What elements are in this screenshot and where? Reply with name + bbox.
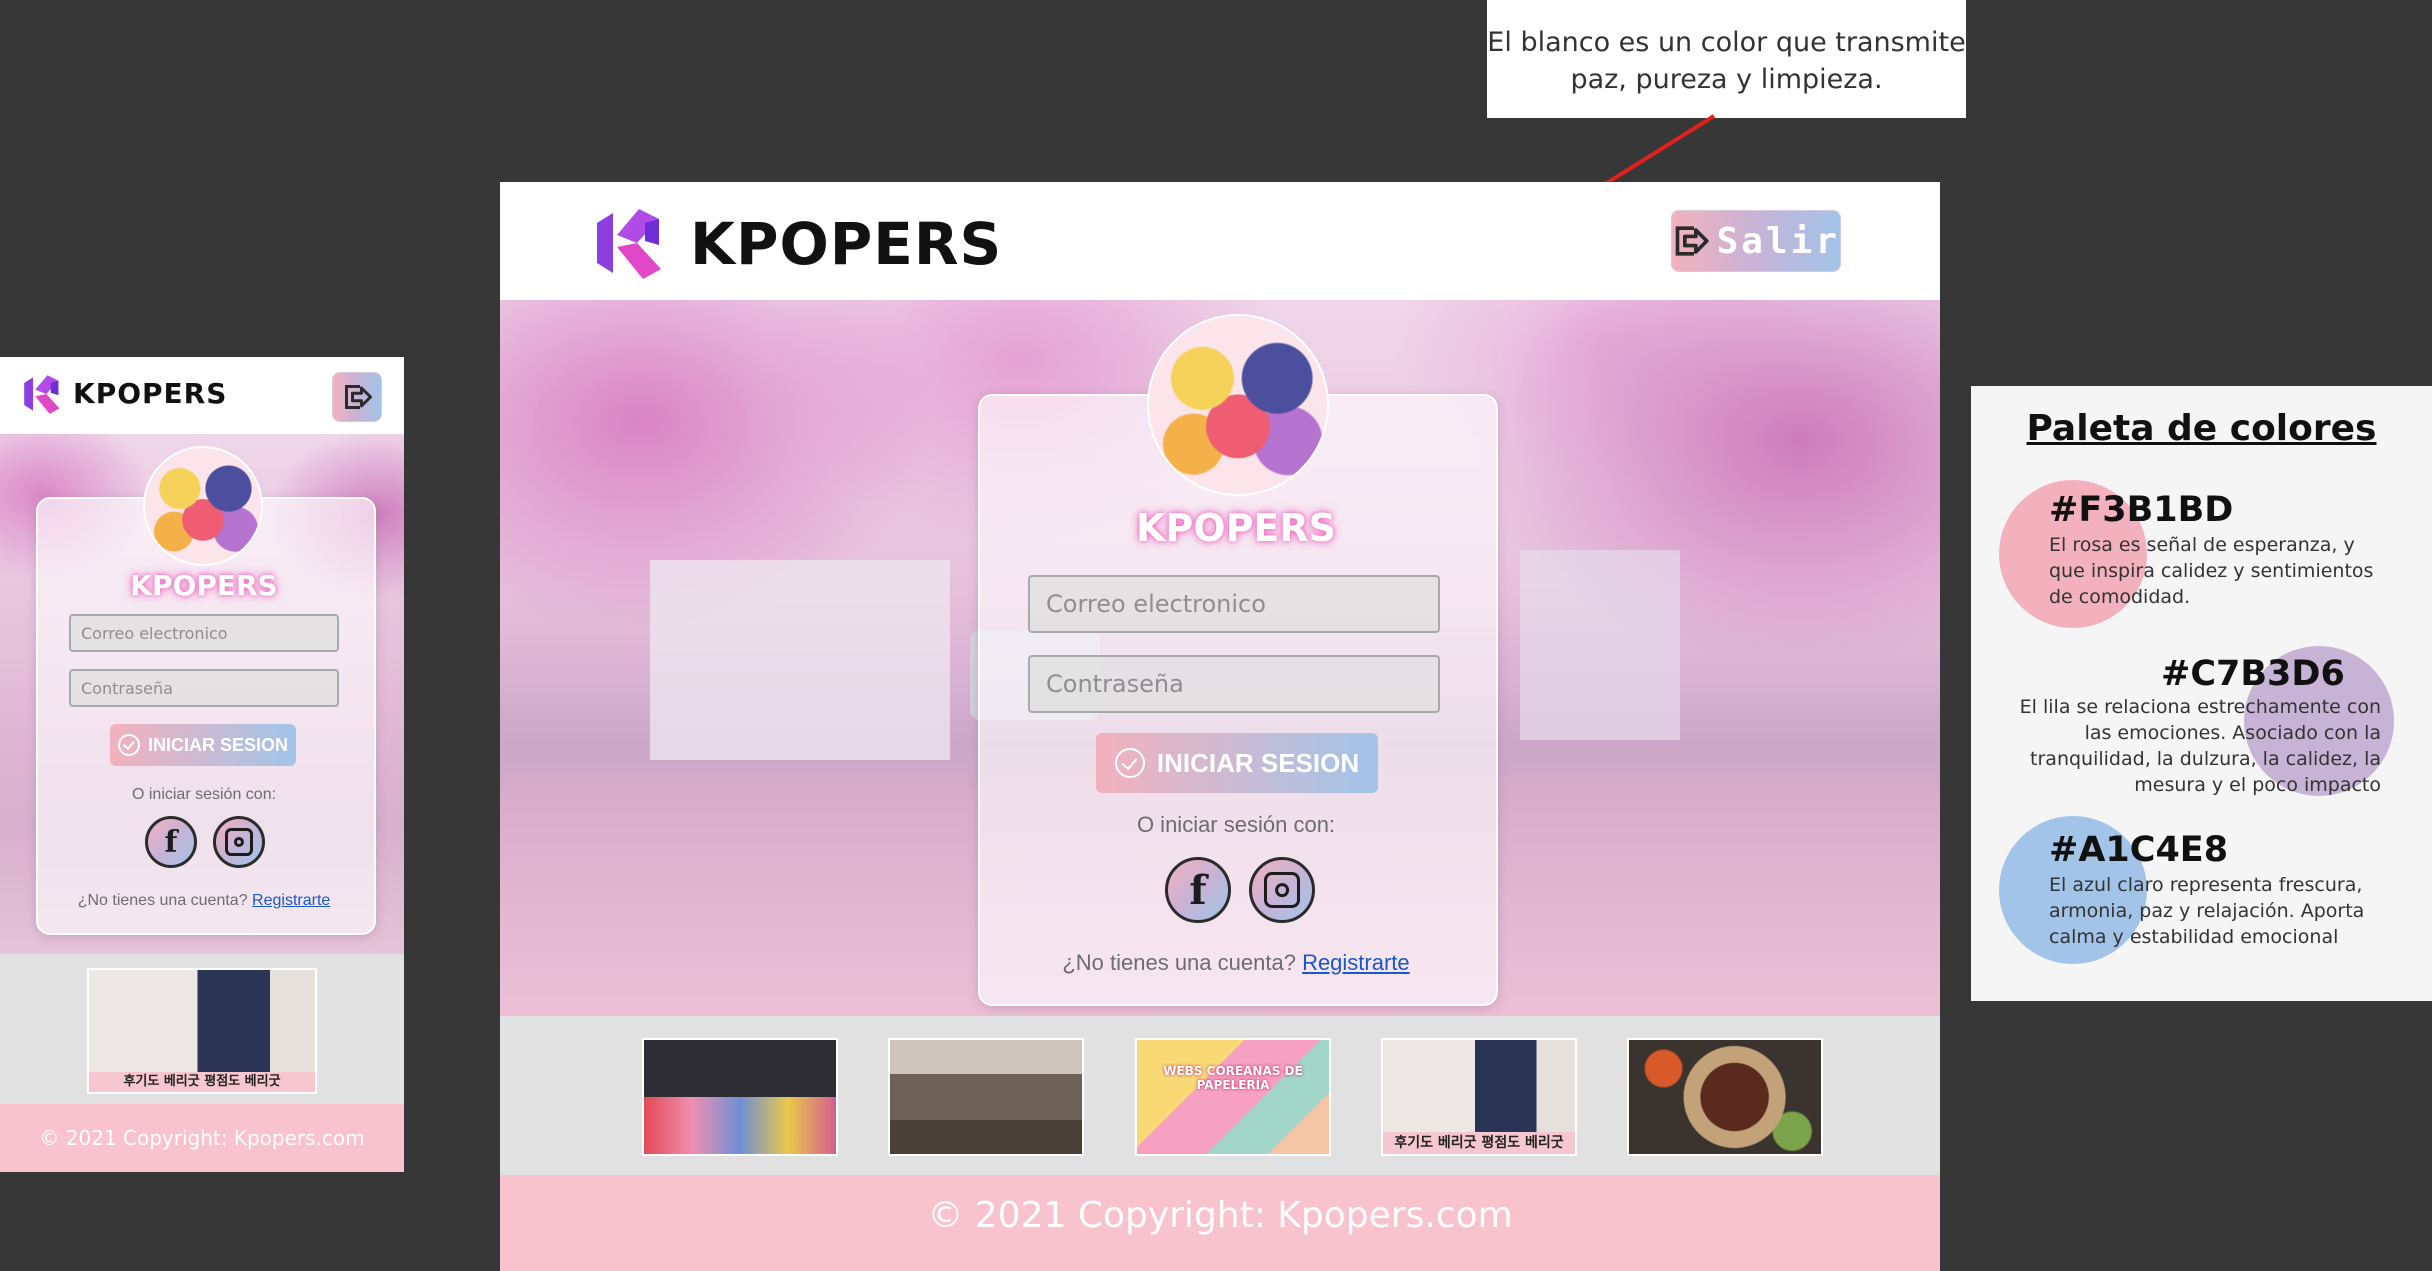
building-left	[650, 560, 950, 760]
facebook-button[interactable]: f	[145, 816, 197, 868]
check-circle-icon	[117, 734, 140, 756]
thumbnail-webs-coreanas[interactable]: WEBS COREANAS DE PAPELERÍA	[1135, 1038, 1331, 1156]
password-input[interactable]	[69, 669, 339, 707]
thumbnail-caption: WEBS COREANAS DE PAPELERÍA	[1163, 1064, 1303, 1092]
palette-title: Paleta de colores	[2026, 408, 2377, 449]
thumbnail-strip: 후기도 베리굿 평점도 베리굿	[0, 954, 404, 1104]
signup-link[interactable]: Registrarte	[252, 892, 330, 909]
desktop-header: KPOPERS Salir	[500, 182, 1940, 300]
lilac-description: El lila se relaciona estrechamente con l…	[2019, 696, 2381, 796]
mobile-hero: KPOPERS INICIAR SESION O iniciar sesión …	[0, 434, 404, 954]
avatar-image	[143, 446, 263, 566]
kpopers-logo-icon	[597, 209, 661, 279]
instagram-button[interactable]	[1249, 857, 1315, 923]
thumbnail-caption: 후기도 베리굿 평점도 베리굿	[89, 1072, 315, 1092]
thumbnail-korean-street[interactable]	[888, 1038, 1084, 1156]
instagram-icon	[1264, 872, 1300, 908]
signup-row: ¿No tienes una cuenta? Registrarte	[36, 892, 372, 910]
alt-login-text: O iniciar sesión con:	[1136, 812, 1336, 837]
signup-prompt: ¿No tienes una cuenta?	[77, 892, 248, 909]
instagram-button[interactable]	[213, 816, 265, 868]
lilac-hex: #C7B3D6	[2161, 654, 2345, 694]
light-blue-description: El azul claro representa frescura, armon…	[2049, 874, 2365, 948]
logout-icon	[345, 385, 372, 409]
facebook-button[interactable]: f	[1165, 857, 1231, 923]
email-input[interactable]	[69, 614, 339, 652]
facebook-icon: f	[164, 824, 178, 860]
header-brand: KPOPERS	[73, 377, 228, 410]
email-input[interactable]	[1028, 575, 1440, 633]
desktop-footer: © 2021 Copyright: Kpopers.com	[500, 1175, 1940, 1271]
thumbnail-korean-fashion[interactable]: 후기도 베리굿 평점도 베리굿	[1381, 1038, 1577, 1156]
annotation-note: El blanco es un color que transmite paz,…	[1487, 0, 1966, 118]
exit-button[interactable]: Salir	[1671, 210, 1841, 272]
header-brand: KPOPERS	[690, 210, 1003, 278]
alt-login-text: O iniciar sesión con:	[131, 786, 277, 803]
thumbnail-caption: 후기도 베리굿 평점도 베리굿	[1383, 1132, 1575, 1154]
pink-description: El rosa es señal de esperanza, y que ins…	[2049, 534, 2374, 608]
mobile-footer: © 2021 Copyright: Kpopers.com	[0, 1104, 404, 1172]
desktop-mockup: KPOPERS Salir KPOPERS INICIAR SESION O i…	[500, 182, 1940, 1271]
login-brand-title: KPOPERS	[130, 569, 278, 602]
instagram-icon	[225, 828, 253, 856]
login-button[interactable]: INICIAR SESION	[1096, 733, 1378, 793]
exit-label: Salir	[1716, 220, 1840, 262]
check-circle-icon	[1114, 748, 1145, 778]
building-right	[1520, 550, 1680, 740]
mobile-header: KPOPERS	[0, 357, 404, 434]
signup-link[interactable]: Registrarte	[1302, 950, 1410, 975]
pink-hex: #F3B1BD	[2049, 490, 2234, 530]
password-input[interactable]	[1028, 655, 1440, 713]
avatar-image	[1147, 314, 1329, 496]
hero-background: KPOPERS INICIAR SESION O iniciar sesión …	[500, 300, 1940, 1016]
login-button-label: INICIAR SESION	[1156, 747, 1360, 778]
signup-row: ¿No tienes una cuenta? Registrarte	[978, 950, 1494, 976]
light-blue-hex: #A1C4E8	[2049, 830, 2229, 870]
color-palette-panel: Paleta de colores #F3B1BD El rosa es señ…	[1971, 386, 2432, 1001]
signup-prompt: ¿No tienes una cuenta?	[1062, 950, 1296, 975]
exit-button[interactable]	[332, 372, 382, 422]
thumbnail-kpop-groups[interactable]	[642, 1038, 838, 1156]
annotation-text: El blanco es un color que transmite paz,…	[1487, 27, 1966, 95]
thumbnail-korean-bbq[interactable]	[1627, 1038, 1823, 1156]
kpopers-logo-icon	[24, 375, 60, 414]
login-brand-title: KPOPERS	[1135, 506, 1337, 550]
facebook-icon: f	[1189, 866, 1207, 914]
mobile-mockup: KPOPERS KPOPERS INICIAR SESION O iniciar…	[0, 357, 404, 1172]
thumbnail-korean-fashion[interactable]: 후기도 베리굿 평점도 베리굿	[87, 968, 317, 1094]
logout-icon	[1675, 226, 1709, 256]
thumbnail-strip: WEBS COREANAS DE PAPELERÍA 후기도 베리굿 평점도 베…	[500, 1016, 1940, 1175]
login-button[interactable]: INICIAR SESION	[110, 724, 296, 766]
login-button-label: INICIAR SESION	[147, 734, 289, 755]
